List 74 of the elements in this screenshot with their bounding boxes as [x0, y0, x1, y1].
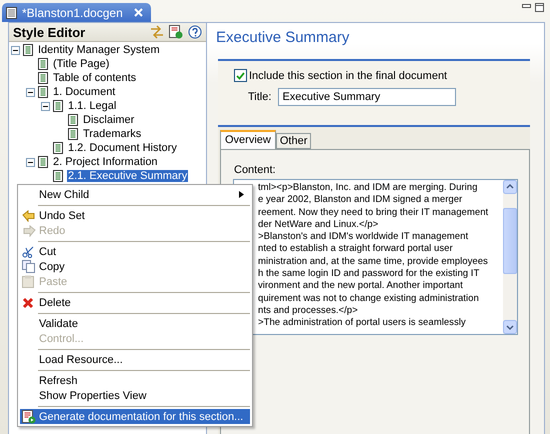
document-icon — [23, 44, 33, 56]
help-icon[interactable] — [188, 25, 202, 39]
tree-item[interactable]: 1. Document — [52, 86, 116, 98]
content-text-line: ministration and, at the same time, provide employees — [258, 256, 489, 268]
tree-item[interactable]: Table of contents — [52, 72, 138, 84]
include-checkbox[interactable] — [234, 69, 247, 82]
content-text-line: e year 2002, Blanston and IDM signed a merger — [258, 194, 464, 207]
panel-title: Style Editor — [13, 24, 86, 40]
scroll-down-button[interactable] — [503, 320, 517, 334]
tree-item[interactable]: 1.1. Legal — [67, 100, 118, 112]
content-label: Content: — [234, 164, 277, 176]
document-icon — [6, 6, 17, 18]
content-text-line: h the same login ID and password for the existing IT — [258, 268, 480, 280]
scissors-icon — [22, 246, 34, 258]
document-icon — [38, 156, 48, 168]
scroll-up-button[interactable] — [503, 180, 517, 194]
document-icon — [68, 128, 78, 140]
generate-document-icon — [22, 410, 36, 424]
content-text-line: vironment and the new portal. Another important — [258, 280, 464, 293]
content-text-area[interactable] — [233, 179, 518, 335]
document-icon — [53, 170, 63, 182]
tree-item[interactable]: 2. Project Information — [52, 156, 159, 168]
content-text-line: nted to establish a straight forward portal user — [258, 243, 454, 256]
content-text-line: der NetWare and Linux.</p> — [258, 218, 380, 232]
tree-item[interactable]: 1.2. Document History — [67, 142, 178, 154]
delete-x-icon — [22, 296, 34, 308]
document-icon — [38, 86, 48, 98]
menu-item[interactable]: Validate — [20, 316, 250, 331]
tab-title: *Blanston1.docgen — [22, 6, 123, 20]
clipboard-icon — [22, 275, 34, 288]
editor-tab[interactable]: *Blanston1.docgen — [2, 3, 151, 22]
document-icon — [38, 58, 48, 70]
content-text-line: tml><p>Blanston, Inc. and IDM are merging. During — [258, 182, 478, 194]
menu-item[interactable]: Undo Set — [20, 208, 250, 223]
menu-item[interactable]: Generate documentation for this section... — [20, 409, 250, 424]
menu-item[interactable]: Delete — [20, 295, 250, 310]
menu-item[interactable]: Cut — [20, 244, 250, 259]
document-icon — [53, 142, 63, 154]
redo-arrow-icon — [22, 224, 36, 236]
document-icon — [38, 72, 48, 84]
menu-item[interactable]: Copy — [20, 259, 250, 274]
document-icon — [53, 100, 63, 112]
generate-document-icon[interactable] — [169, 25, 183, 39]
tab[interactable]: Other — [276, 133, 312, 149]
menu-item[interactable]: Show Properties View — [20, 388, 250, 403]
collapse-toggle[interactable] — [26, 88, 35, 96]
content-text-line: nts and processes.</p> — [258, 304, 359, 318]
menu-item[interactable]: Refresh — [20, 373, 250, 388]
tree-item[interactable]: (Title Page) — [52, 58, 110, 70]
close-icon[interactable] — [134, 8, 143, 17]
tree-item[interactable]: Identity Manager System — [37, 44, 161, 56]
tree-item[interactable]: 2.1. Executive Summary — [67, 170, 188, 182]
title-field[interactable]: Executive Summary — [278, 88, 456, 106]
page-title: Executive Summary — [215, 28, 350, 48]
content-text-line: >Blanston's and IDM's worldwide IT management — [258, 231, 470, 244]
undo-arrow-icon — [22, 210, 36, 222]
copy-icon — [22, 260, 35, 273]
content-text-line: >The administration of portal users is seamlessly — [258, 317, 467, 330]
maximize-icon[interactable] — [535, 3, 544, 12]
minimize-icon[interactable] — [522, 4, 531, 10]
document-icon — [68, 114, 78, 126]
checkbox-label: Include this section in the final document — [249, 70, 448, 82]
tab[interactable]: Overview — [220, 130, 276, 149]
tree-item[interactable]: Trademarks — [82, 128, 142, 140]
menu-item[interactable]: Load Resource... — [20, 352, 250, 367]
content-text-line: quirement was not to change existing administration — [258, 292, 480, 305]
title-label: Title: — [248, 91, 272, 103]
collapse-toggle[interactable] — [11, 46, 20, 54]
menu-item[interactable]: New Child — [20, 187, 250, 202]
content-text-line: reement. Now they need to bring their IT management — [258, 206, 490, 219]
tree-item[interactable]: Disclaimer — [82, 114, 136, 126]
collapse-toggle[interactable] — [41, 102, 50, 110]
scrollbar-thumb[interactable] — [503, 208, 517, 274]
collapse-toggle[interactable] — [26, 158, 35, 166]
